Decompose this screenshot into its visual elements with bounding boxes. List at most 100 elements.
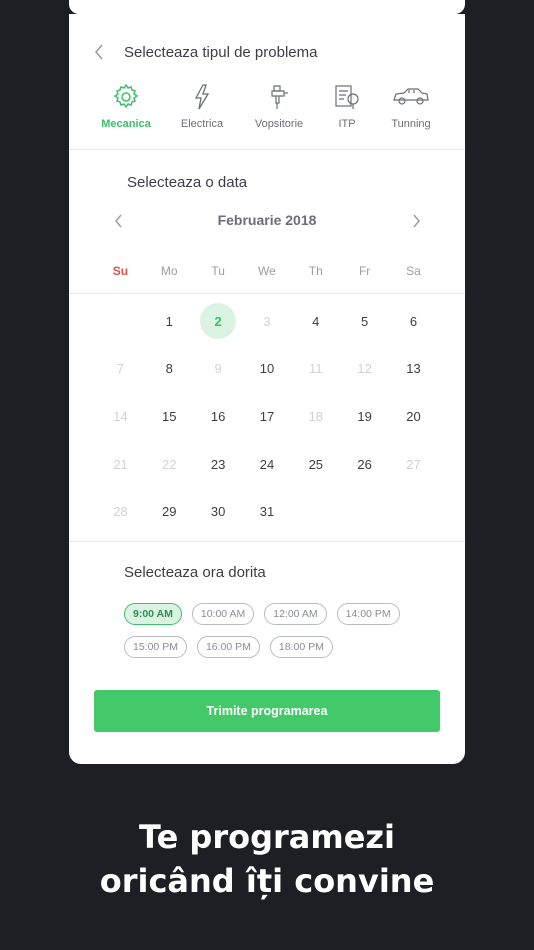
calendar-day[interactable]: 20 (389, 397, 438, 435)
day-number: 14 (113, 408, 128, 424)
calendar-day[interactable]: 4 (291, 302, 340, 340)
day-number: 24 (259, 456, 275, 472)
submit-appointment-button[interactable]: Trimite programarea (94, 690, 440, 732)
type-tunning[interactable]: Tunning (376, 82, 446, 130)
next-month-chevron-icon[interactable] (407, 212, 425, 230)
calendar-grid: 1 2 3 4 5 6 7 8 9 10 11 12 13 14 15 16 17 18 19 20 21 22 23 24 2… (96, 302, 438, 540)
time-slot[interactable]: 14:00 PM (336, 603, 400, 625)
day-number: 1 (165, 313, 173, 329)
calendar-day[interactable]: 6 (389, 302, 438, 340)
calendar-day[interactable]: 24 (243, 445, 292, 483)
day-number: 10 (259, 361, 275, 377)
calendar-day-selected[interactable]: 2 (194, 302, 243, 340)
lightning-icon (167, 82, 237, 112)
day-number: 17 (259, 408, 275, 424)
weekday-label: Sa (406, 264, 421, 278)
time-slot-row: 15:00 PM 16:00 PM 18:00 PM (124, 636, 444, 658)
problem-type-title: Selecteaza tipul de problema (124, 44, 318, 61)
type-mecanica[interactable]: Mecanica (91, 82, 161, 130)
day-number: 21 (113, 456, 128, 472)
calendar-day: 18 (291, 397, 340, 435)
weekday-label: We (258, 264, 276, 278)
type-label: Electrica (180, 118, 224, 130)
calendar-day[interactable]: 13 (389, 350, 438, 388)
appointment-card: Selecteaza tipul de problema Mecanica El… (69, 14, 465, 764)
type-label: Vopsitorie (254, 118, 304, 130)
weekday-label: Mo (160, 264, 178, 278)
weekday-label: Tu (211, 264, 225, 278)
day-number: 18 (308, 408, 324, 424)
divider (69, 293, 465, 294)
gear-icon (91, 82, 161, 112)
problem-type-selector: Mecanica Electrica Vopsitorie ITP Tunnin… (91, 82, 447, 132)
type-electrica[interactable]: Electrica (167, 82, 237, 130)
day-number: 8 (165, 361, 173, 377)
calendar-day[interactable]: 10 (243, 350, 292, 388)
time-slot[interactable]: 10:00 AM (191, 603, 255, 625)
calendar-day[interactable]: 1 (145, 302, 194, 340)
month-label: Februarie 2018 (217, 212, 317, 228)
calendar-empty-cell (96, 302, 145, 340)
calendar-day[interactable]: 30 (194, 493, 243, 531)
calendar-day: 28 (96, 493, 145, 531)
time-slot-row: 9:00 AM 10:00 AM 12:00 AM 14:00 PM (124, 603, 444, 625)
time-slot[interactable]: 15:00 PM (124, 636, 187, 658)
calendar-week: 28 29 30 31 (96, 493, 438, 541)
calendar-day[interactable]: 26 (340, 445, 389, 483)
type-itp[interactable]: ITP (312, 82, 382, 130)
calendar-week: 21 22 23 24 25 26 27 (96, 445, 438, 493)
day-number: 28 (113, 504, 128, 520)
date-section-title: Selecteaza o data (127, 174, 248, 191)
calendar-day[interactable]: 5 (340, 302, 389, 340)
calendar-day[interactable]: 15 (145, 397, 194, 435)
weekday-label: Su (112, 264, 129, 278)
month-navigation: Februarie 2018 (69, 210, 465, 234)
day-number: 20 (406, 408, 421, 424)
day-number: 22 (162, 456, 177, 472)
calendar-week: 1 2 3 4 5 6 (96, 302, 438, 350)
day-number: 31 (259, 504, 275, 520)
problem-header: Selecteaza tipul de problema (69, 36, 465, 68)
calendar-empty-cell (389, 493, 438, 531)
day-number: 2 (200, 303, 237, 339)
day-number: 4 (312, 313, 320, 329)
calendar-empty-cell (291, 493, 340, 531)
day-number: 3 (263, 313, 271, 329)
weekday-label: Th (308, 264, 323, 278)
type-label: Mecanica (101, 118, 151, 130)
car-icon (376, 82, 446, 112)
calendar-day[interactable]: 23 (194, 445, 243, 483)
calendar-day: 21 (96, 445, 145, 483)
calendar-day[interactable]: 31 (243, 493, 292, 531)
calendar-week: 7 8 9 10 11 12 13 (96, 350, 438, 398)
calendar-empty-cell (340, 493, 389, 531)
inspection-icon (312, 82, 382, 112)
calendar-day[interactable]: 8 (145, 350, 194, 388)
calendar-day: 7 (96, 350, 145, 388)
time-slot[interactable]: 16:00 PM (196, 636, 260, 658)
calendar-day[interactable]: 25 (291, 445, 340, 483)
time-slot-selected[interactable]: 9:00 AM (124, 603, 182, 625)
time-slot[interactable]: 12:00 AM (264, 603, 327, 625)
day-number: 23 (210, 456, 226, 472)
calendar-day: 12 (340, 350, 389, 388)
spray-gun-icon (244, 82, 314, 112)
time-section-title: Selecteaza ora dorita (124, 564, 266, 581)
day-number: 29 (162, 504, 177, 520)
time-slot[interactable]: 18:00 PM (269, 636, 333, 658)
tagline-line-1: Te programezi (138, 818, 395, 856)
calendar-day[interactable]: 17 (243, 397, 292, 435)
calendar-day[interactable]: 16 (194, 397, 243, 435)
day-number: 15 (162, 408, 177, 424)
calendar-week: 14 15 16 17 18 19 20 (96, 397, 438, 445)
calendar-day: 3 (243, 302, 292, 340)
divider (69, 541, 465, 542)
back-chevron-icon[interactable] (91, 42, 107, 62)
calendar-day: 27 (389, 445, 438, 483)
day-number: 5 (361, 313, 369, 329)
calendar-day[interactable]: 29 (145, 493, 194, 531)
type-vopsitorie[interactable]: Vopsitorie (244, 82, 314, 130)
calendar-day: 22 (145, 445, 194, 483)
calendar-day[interactable]: 19 (340, 397, 389, 435)
day-number: 9 (214, 361, 222, 377)
